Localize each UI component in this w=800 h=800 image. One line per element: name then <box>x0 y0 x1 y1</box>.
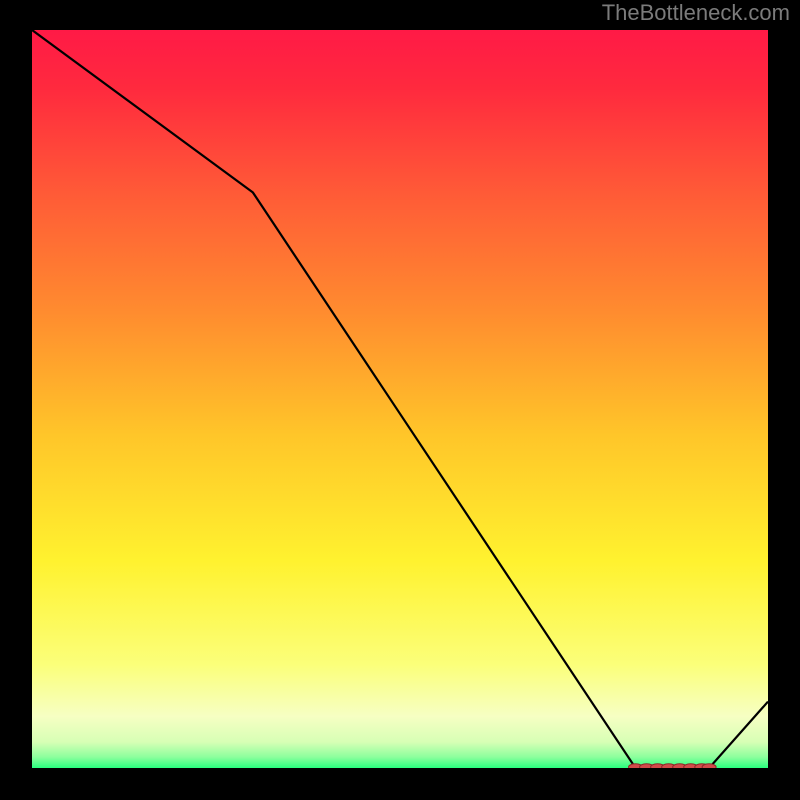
chart-plot-area <box>32 30 768 768</box>
attribution-label: TheBottleneck.com <box>602 0 790 26</box>
series-markers <box>629 764 717 768</box>
chart-background-gradient <box>32 30 768 768</box>
chart-frame: TheBottleneck.com <box>0 0 800 800</box>
chart-svg <box>32 30 768 768</box>
series-marker <box>702 764 716 768</box>
